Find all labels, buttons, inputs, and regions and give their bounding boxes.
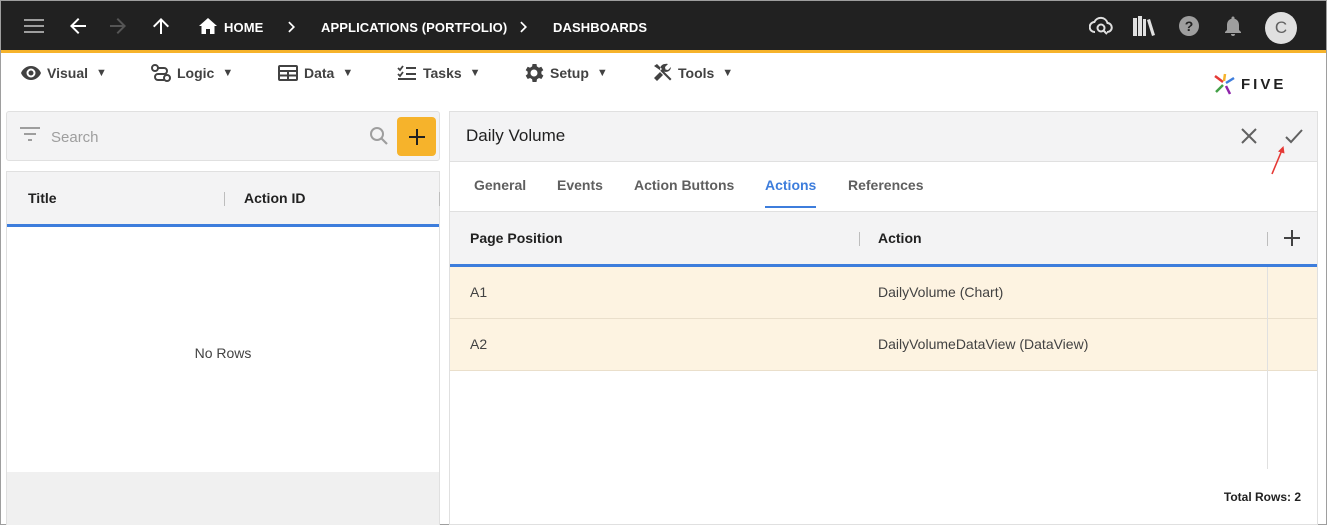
column-separator [1267, 232, 1268, 246]
up-arrow-icon[interactable] [144, 9, 178, 43]
menu-logic[interactable]: Logic ▼ [151, 62, 233, 84]
menu-tasks-label: Tasks [423, 65, 462, 81]
menu-icon[interactable] [17, 9, 51, 43]
tab-events[interactable]: Events [557, 177, 603, 206]
five-logo-text: FIVE [1241, 75, 1287, 93]
caret-down-icon: ▼ [222, 67, 234, 79]
close-icon[interactable] [1239, 126, 1259, 151]
left-grid-footer [7, 472, 439, 525]
logic-icon [151, 64, 171, 82]
filter-icon[interactable] [20, 127, 40, 146]
svg-text:?: ? [1185, 18, 1194, 34]
menu-tools[interactable]: Tools ▼ [652, 62, 733, 84]
back-arrow-icon[interactable] [61, 9, 95, 43]
form-header: Daily Volume [450, 112, 1317, 175]
breadcrumb-applications[interactable]: APPLICATIONS (PORTFOLIO) [321, 17, 507, 37]
search-input[interactable] [51, 124, 351, 150]
breadcrumb-dashboards[interactable]: DASHBOARDS [553, 17, 647, 37]
app-bar: HOME APPLICATIONS (PORTFOLIO) DASHBOARDS… [1, 1, 1326, 53]
menu-setup[interactable]: Setup ▼ [524, 62, 608, 84]
form-title: Daily Volume [466, 126, 566, 145]
column-header-page-position[interactable]: Page Position [470, 230, 563, 246]
caret-down-icon: ▼ [96, 67, 107, 79]
home-icon[interactable] [191, 9, 225, 43]
actions-grid-header: Page Position Action [450, 212, 1317, 267]
column-header-title[interactable]: Title [28, 190, 57, 206]
tab-action-buttons[interactable]: Action Buttons [634, 177, 734, 206]
column-separator [224, 192, 225, 206]
help-icon[interactable]: ? [1172, 9, 1206, 43]
menu-data-label: Data [304, 65, 335, 81]
caret-down-icon: ▼ [342, 67, 354, 79]
eye-icon [21, 66, 41, 80]
chevron-right-icon [283, 18, 301, 36]
column-separator [439, 192, 440, 206]
menu-tasks[interactable]: Tasks ▼ [397, 62, 481, 84]
chevron-right-icon [515, 18, 533, 36]
search-icon[interactable] [369, 126, 389, 151]
menu-logic-label: Logic [177, 65, 215, 81]
library-books-icon[interactable] [1127, 9, 1161, 43]
user-avatar[interactable]: C [1265, 12, 1297, 44]
table-row[interactable]: A1 DailyVolume (Chart) [450, 267, 1317, 319]
empty-state-text: No Rows [194, 345, 252, 361]
left-list-grid: Title Action ID No Rows [6, 171, 440, 525]
cell-page-position: A1 [470, 284, 488, 300]
add-record-button[interactable] [397, 117, 436, 156]
caret-down-icon: ▼ [596, 67, 608, 79]
cloud-search-icon[interactable] [1084, 9, 1118, 43]
menu-visual[interactable]: Visual ▼ [21, 62, 107, 84]
cell-page-position: A2 [470, 336, 488, 352]
column-header-action[interactable]: Action [878, 230, 922, 246]
table-row[interactable]: A2 DailyVolumeDataView (DataView) [450, 319, 1317, 371]
breadcrumb-home[interactable]: HOME [224, 17, 263, 37]
add-row-plus-icon[interactable] [1284, 230, 1300, 251]
menu-setup-label: Setup [550, 65, 589, 81]
tab-references[interactable]: References [848, 177, 924, 206]
tab-actions[interactable]: Actions [765, 177, 817, 208]
cell-action: DailyVolume (Chart) [878, 284, 1004, 300]
five-logo-icon [1214, 73, 1235, 95]
notifications-bell-icon[interactable] [1216, 9, 1250, 43]
menu-bar: Visual ▼ Logic ▼ Data ▼ Tasks ▼ Setup ▼ … [1, 56, 1326, 96]
plus-icon [408, 128, 425, 145]
tab-general[interactable]: General [474, 177, 526, 206]
caret-down-icon: ▼ [469, 67, 481, 79]
tools-icon [654, 63, 672, 81]
left-grid-header: Title Action ID [7, 172, 440, 227]
column-header-action-id[interactable]: Action ID [244, 190, 305, 206]
grid-column-divider [1267, 267, 1268, 469]
caret-down-icon: ▼ [722, 67, 734, 79]
tasks-icon [397, 65, 416, 80]
left-search-bar [6, 111, 440, 161]
menu-visual-label: Visual [47, 65, 88, 81]
form-tabs: General Events Action Buttons Actions Re… [450, 162, 1317, 212]
forward-arrow-icon[interactable] [101, 9, 135, 43]
cell-action: DailyVolumeDataView (DataView) [878, 336, 1089, 352]
menu-tools-label: Tools [678, 65, 715, 81]
record-form-panel: Daily Volume General Events Action Butto… [449, 111, 1318, 525]
menu-data[interactable]: Data ▼ [278, 62, 353, 84]
total-rows-count: Total Rows: 2 [1223, 490, 1301, 504]
table-icon [278, 65, 298, 81]
five-logo: FIVE [1213, 72, 1286, 96]
column-separator [859, 232, 860, 246]
gear-icon [525, 64, 544, 82]
